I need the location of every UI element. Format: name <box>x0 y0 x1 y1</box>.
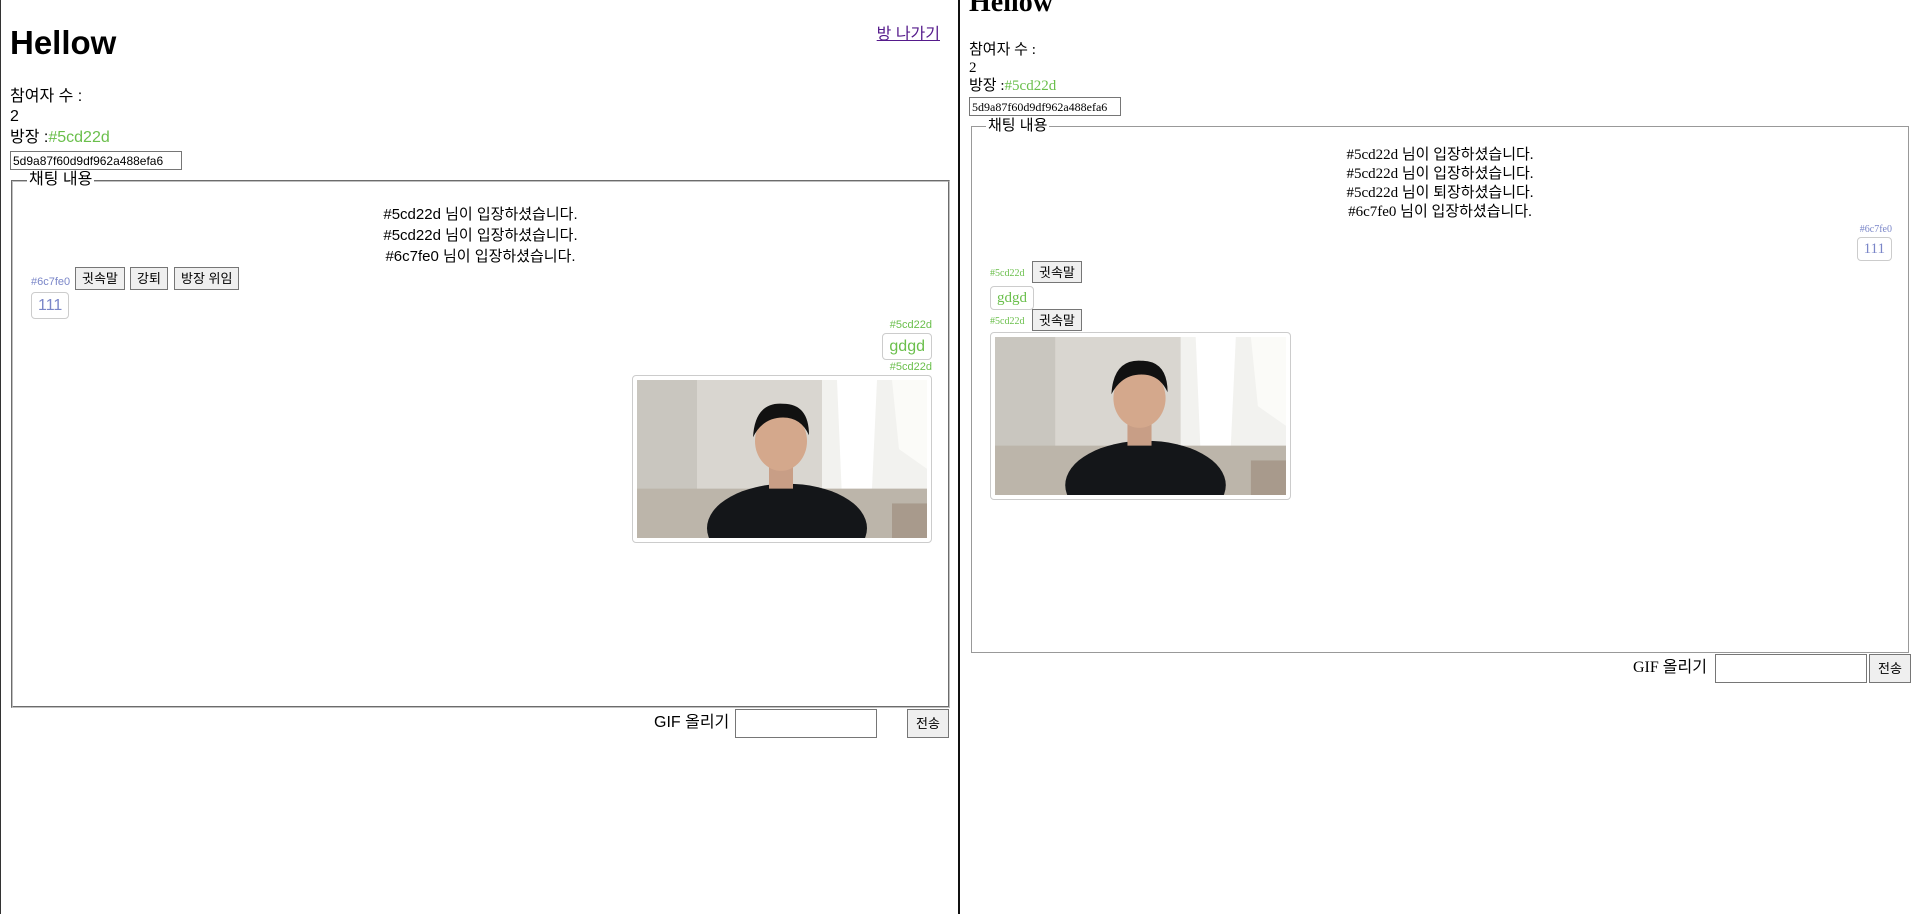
room-title: Hellow <box>969 0 1053 18</box>
message-sender[interactable]: #5cd22d <box>990 315 1024 329</box>
host-label: 방장 : <box>10 129 49 146</box>
system-message: #5cd22d 님이 입장하셨습니다. <box>1346 166 1534 182</box>
message-bubble: gdgd <box>882 333 932 360</box>
room-id-field[interactable]: 5d9a87f60d9df962a488efa6 <box>10 151 182 170</box>
participants-label: 참여자 수 : <box>969 42 1036 58</box>
participants-count: 2 <box>969 60 977 76</box>
whisper-button[interactable]: 귓속말 <box>1032 309 1082 331</box>
host-id: #5cd22d <box>48 129 110 146</box>
system-message: #5cd22d 님이 퇴장하셨습니다. <box>1346 185 1534 201</box>
gif-message-image <box>632 375 932 543</box>
leave-room-link[interactable]: 방 나가기 <box>877 20 940 44</box>
host-info: 방장 :#5cd22d <box>969 77 1056 95</box>
message-bubble: gdgd <box>990 286 1034 310</box>
system-message: #5cd22d 님이 입장하셨습니다. <box>1346 147 1534 163</box>
whisper-button[interactable]: 귓속말 <box>1032 261 1082 283</box>
transfer-host-button[interactable]: 방장 위임 <box>174 267 240 290</box>
host-info: 방장 :#5cd22d <box>10 127 110 148</box>
participants-label: 참여자 수 : <box>10 88 83 105</box>
message-sender: #5cd22d <box>889 319 932 331</box>
chat-window-left: Hellow 방 나가기 참여자 수 : 2 방장 :#5cd22d 5d9a8… <box>0 0 958 914</box>
participants-count: 2 <box>10 108 19 125</box>
gif-upload-label: GIF 올리기 <box>1633 659 1707 676</box>
message-sender[interactable]: #6c7fe0 <box>31 275 70 289</box>
system-message: #6c7fe0 님이 입장하셨습니다. <box>1348 204 1532 220</box>
gif-message-image <box>990 332 1291 500</box>
webcam-photo <box>637 380 927 538</box>
host-label: 방장 : <box>969 78 1005 94</box>
chat-window-right: Hellow 참여자 수 : 2 방장 :#5cd22d 5d9a87f60d9… <box>960 0 1919 914</box>
message-sender[interactable]: #5cd22d <box>990 267 1024 281</box>
system-message: #5cd22d 님이 입장하셨습니다. <box>383 206 578 223</box>
host-id: #5cd22d <box>1004 78 1057 94</box>
chat-legend: 채팅 내용 <box>986 117 1050 135</box>
send-button[interactable]: 전송 <box>1869 654 1911 683</box>
kick-button[interactable]: 강퇴 <box>130 267 168 290</box>
system-message: #5cd22d 님이 입장하셨습니다. <box>383 227 578 244</box>
whisper-button[interactable]: 귓속말 <box>75 267 125 290</box>
message-bubble: 111 <box>1856 237 1892 261</box>
room-id-field[interactable]: 5d9a87f60d9df962a488efa6 <box>969 97 1121 116</box>
chat-box: 채팅 내용 #5cd22d 님이 입장하셨습니다. #5cd22d 님이 입장하… <box>11 171 950 708</box>
gif-upload-label: GIF 올리기 <box>654 714 730 731</box>
webcam-photo <box>995 337 1286 495</box>
gif-input[interactable] <box>1715 654 1867 683</box>
chat-box: 채팅 내용 #5cd22d 님이 입장하셨습니다. #5cd22d 님이 입장하… <box>971 117 1909 653</box>
gif-input[interactable] <box>735 709 877 738</box>
send-button[interactable]: 전송 <box>907 709 949 738</box>
room-title: Hellow <box>10 24 117 61</box>
system-message: #6c7fe0 님이 입장하셨습니다. <box>385 248 576 265</box>
message-bubble: 111 <box>31 292 70 319</box>
message-sender: #5cd22d <box>889 361 932 373</box>
chat-legend: 채팅 내용 <box>27 171 95 189</box>
message-sender: #6c7fe0 <box>1859 224 1892 235</box>
